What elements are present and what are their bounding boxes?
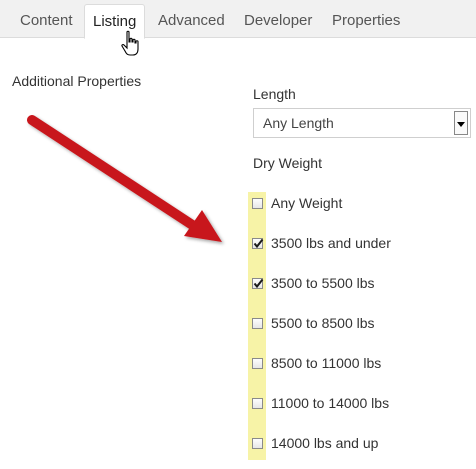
red-arrow-icon: [27, 115, 222, 242]
